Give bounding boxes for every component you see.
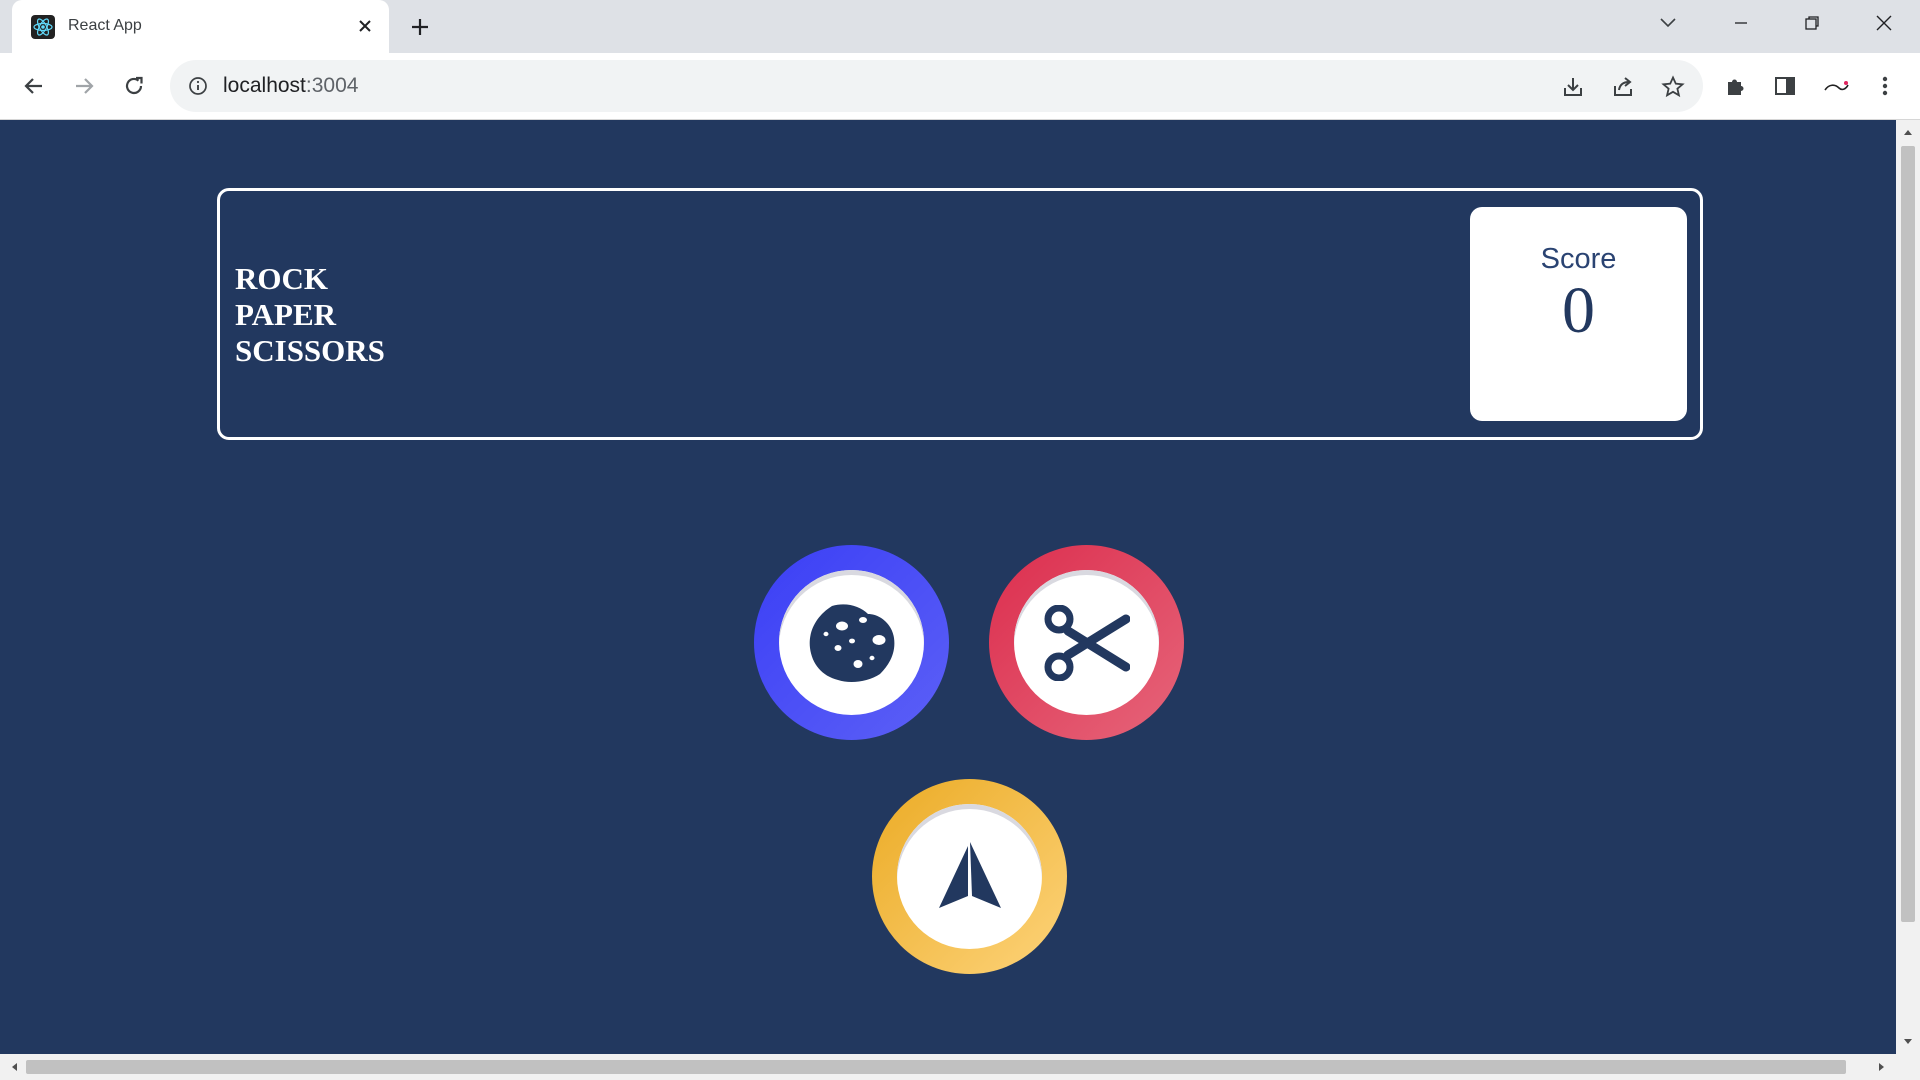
title-line-rock: ROCK bbox=[235, 261, 328, 296]
site-info-icon[interactable] bbox=[184, 72, 212, 100]
browser-toolbar: localhost:3004 bbox=[0, 53, 1920, 120]
scroll-left-arrow-icon[interactable] bbox=[2, 1055, 26, 1079]
install-app-icon[interactable] bbox=[1558, 72, 1588, 102]
new-tab-icon[interactable] bbox=[404, 11, 436, 43]
url-text[interactable]: localhost:3004 bbox=[223, 74, 358, 98]
title-line-scissors: SCISSORS bbox=[235, 333, 385, 368]
scissors-icon bbox=[1044, 604, 1130, 681]
window-close-icon[interactable] bbox=[1854, 0, 1914, 46]
address-bar[interactable]: localhost:3004 bbox=[170, 60, 1703, 112]
restore-icon[interactable] bbox=[1782, 0, 1842, 46]
extensions-puzzle-icon[interactable] bbox=[1718, 68, 1754, 104]
react-logo-icon bbox=[31, 15, 55, 39]
share-icon[interactable] bbox=[1608, 72, 1638, 102]
reload-icon[interactable] bbox=[116, 68, 152, 104]
horizontal-scrollbar[interactable] bbox=[0, 1054, 1920, 1080]
side-panel-icon[interactable] bbox=[1767, 68, 1803, 104]
vertical-scroll-thumb[interactable] bbox=[1901, 146, 1915, 922]
url-host: localhost bbox=[223, 74, 306, 97]
browser-tab[interactable]: React App bbox=[12, 0, 389, 53]
game-header: ROCK PAPER SCISSORS Score 0 bbox=[217, 188, 1703, 440]
scissors-choice-face bbox=[1014, 570, 1159, 715]
back-arrow-icon[interactable] bbox=[16, 68, 52, 104]
tab-title: React App bbox=[68, 17, 142, 34]
score-box: Score 0 bbox=[1470, 207, 1687, 421]
minimize-icon[interactable] bbox=[1711, 0, 1771, 46]
score-label: Score bbox=[1540, 243, 1617, 275]
title-line-paper: PAPER bbox=[235, 297, 337, 332]
tab-search-icon[interactable] bbox=[1638, 0, 1698, 46]
scroll-down-arrow-icon[interactable] bbox=[1896, 1030, 1920, 1054]
close-tab-icon[interactable] bbox=[351, 12, 379, 40]
profile-avatar[interactable] bbox=[1818, 68, 1854, 104]
score-value: 0 bbox=[1562, 274, 1595, 347]
browser-menu-icon[interactable] bbox=[1867, 68, 1903, 104]
forward-arrow-icon[interactable] bbox=[66, 68, 102, 104]
paper-plane-icon bbox=[938, 841, 1001, 908]
paper-choice-face bbox=[897, 804, 1042, 949]
bookmark-star-icon[interactable] bbox=[1658, 72, 1688, 102]
url-port: :3004 bbox=[305, 74, 359, 97]
paper-choice-button[interactable] bbox=[872, 779, 1067, 974]
scroll-up-arrow-icon[interactable] bbox=[1896, 120, 1920, 144]
horizontal-scroll-thumb[interactable] bbox=[26, 1060, 1846, 1074]
rock-icon bbox=[809, 603, 894, 682]
scissors-choice-button[interactable] bbox=[989, 545, 1184, 740]
game-title: ROCK PAPER SCISSORS bbox=[235, 261, 385, 369]
rock-choice-button[interactable] bbox=[754, 545, 949, 740]
rock-choice-face bbox=[779, 570, 924, 715]
tab-strip: React App bbox=[0, 0, 1920, 53]
scroll-right-arrow-icon[interactable] bbox=[1870, 1055, 1894, 1079]
vertical-scrollbar[interactable] bbox=[1896, 120, 1920, 1054]
